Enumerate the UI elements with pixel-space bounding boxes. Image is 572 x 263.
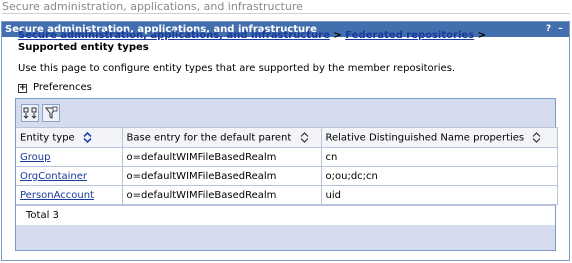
base-entry-cell: o=defaultWIMFileBasedRealm xyxy=(122,166,322,186)
breadcrumb-separator: > xyxy=(329,30,346,41)
breadcrumb: Secure administration, applications, and… xyxy=(18,30,538,54)
rdn-cell: cn xyxy=(321,147,558,167)
entity-type-link-personaccount[interactable]: PersonAccount xyxy=(20,190,94,201)
column-header-label: Entity type xyxy=(20,132,75,144)
base-entry-cell: o=defaultWIMFileBasedRealm xyxy=(122,185,322,205)
help-icon[interactable]: ? xyxy=(543,24,554,35)
table-row: Group o=defaultWIMFileBasedRealm cn xyxy=(16,147,558,167)
column-header-entity-type[interactable]: Entity type xyxy=(16,127,123,148)
sort-icon xyxy=(300,131,308,143)
column-header-rdn-properties[interactable]: Relative Distinguished Name properties xyxy=(321,127,558,148)
page-heading: Secure administration, applications, and… xyxy=(2,0,570,14)
page-root: Secure administration, applications, and… xyxy=(0,0,572,263)
entity-type-cell: OrgContainer xyxy=(16,166,123,186)
rdn-cell: uid xyxy=(321,185,558,205)
table-header-row: Entity type Base entry for the default p… xyxy=(16,127,558,148)
entity-type-link-group[interactable]: Group xyxy=(20,152,50,163)
portlet-controls: ? – xyxy=(543,24,566,35)
table-row: OrgContainer o=defaultWIMFileBasedRealm … xyxy=(16,166,558,186)
table-total: Total 3 xyxy=(16,205,555,225)
entity-types-table: Entity type Base entry for the default p… xyxy=(16,127,558,205)
entity-type-cell: Group xyxy=(16,147,123,167)
page-description: Use this page to configure entity types … xyxy=(18,63,456,74)
preferences-label: Preferences xyxy=(33,82,92,93)
collection-table-frame: Entity type Base entry for the default p… xyxy=(15,98,558,251)
base-entry-cell: o=defaultWIMFileBasedRealm xyxy=(122,147,322,167)
breadcrumb-separator: > xyxy=(474,30,486,41)
minimize-icon[interactable]: – xyxy=(555,24,566,35)
column-header-label: Base entry for the default parent xyxy=(126,132,292,144)
breadcrumb-link-federated-repositories[interactable]: Federated repositories xyxy=(345,30,474,41)
preferences-toggle[interactable]: + Preferences xyxy=(18,82,92,94)
select-all-icon[interactable] xyxy=(21,104,39,122)
page-title: Supported entity types xyxy=(18,42,149,53)
expand-icon: + xyxy=(18,82,27,93)
filter-icon[interactable] xyxy=(42,104,60,122)
column-header-label: Relative Distinguished Name properties xyxy=(325,132,525,144)
breadcrumb-link-secure-admin[interactable]: Secure administration, applications, and… xyxy=(18,30,330,41)
table-row: PersonAccount o=defaultWIMFileBasedRealm… xyxy=(16,185,558,205)
rdn-cell: o;ou;dc;cn xyxy=(321,166,558,186)
entity-type-link-orgcontainer[interactable]: OrgContainer xyxy=(20,171,87,182)
sort-icon xyxy=(532,131,541,143)
sort-icon xyxy=(83,131,92,143)
column-header-base-entry[interactable]: Base entry for the default parent xyxy=(122,127,322,148)
table-toolbar xyxy=(16,99,555,127)
entity-type-cell: PersonAccount xyxy=(16,185,123,205)
